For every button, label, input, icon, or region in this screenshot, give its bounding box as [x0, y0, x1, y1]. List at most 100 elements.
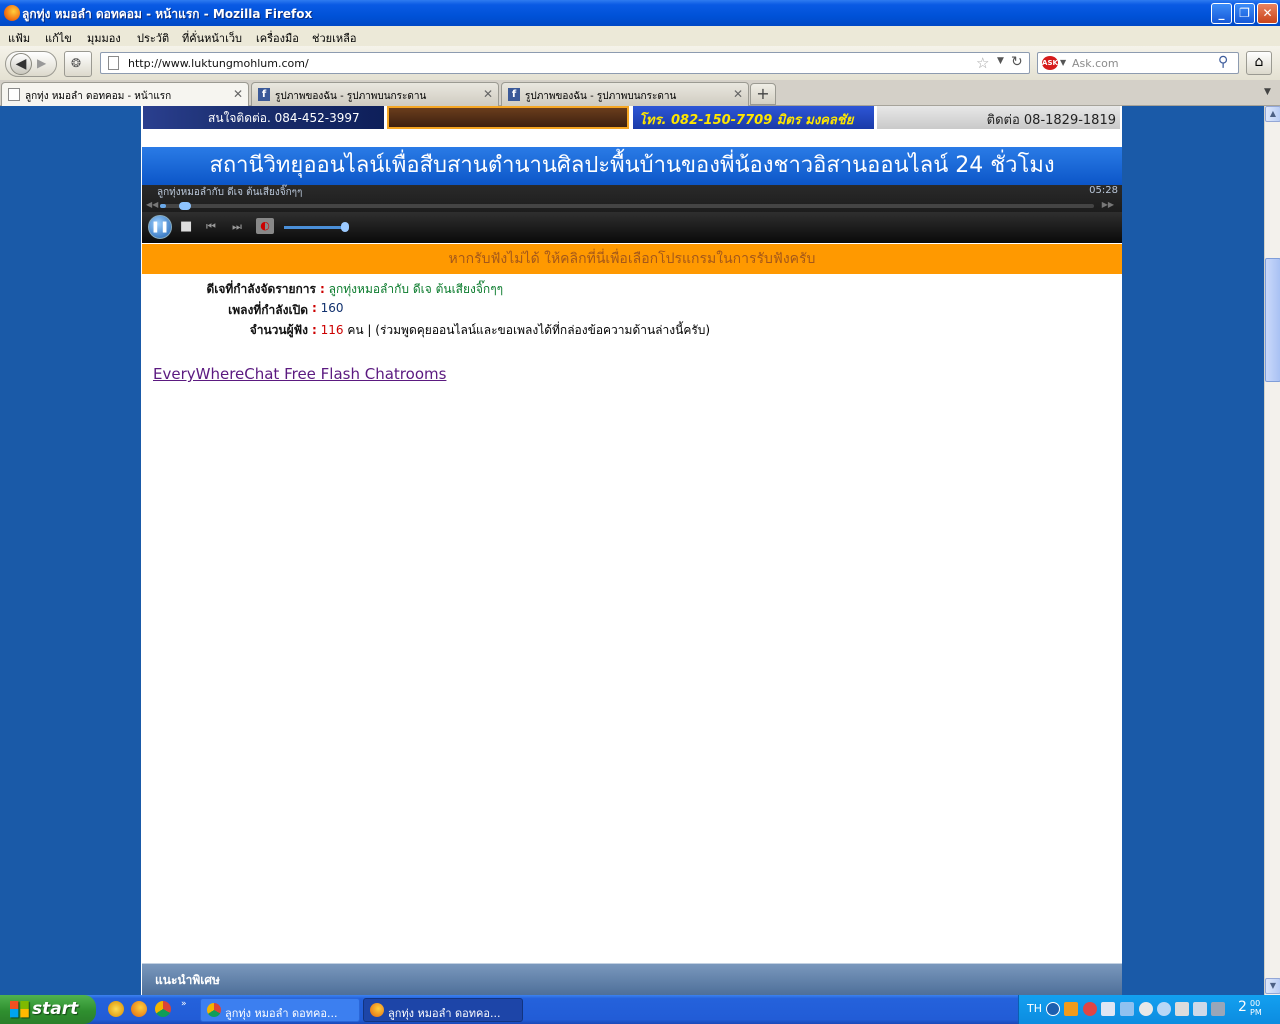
menu-edit[interactable]: แก้ไข [45, 29, 72, 47]
seek-bar[interactable] [160, 204, 1094, 208]
antivirus-icon[interactable] [1139, 1002, 1153, 1016]
start-button[interactable]: ■■ ■■ start [0, 995, 96, 1024]
history-dropdown-icon[interactable]: ▼ [997, 56, 1004, 66]
recommend-header: แนะนำพิเศษ [142, 963, 1122, 995]
close-tab-icon[interactable]: ✕ [483, 87, 493, 101]
quicklaunch-avast-icon[interactable] [108, 1001, 124, 1017]
url-text[interactable]: http://www.luktungmohlum.com/ [128, 57, 309, 70]
tray-collapse-icon[interactable] [1046, 1002, 1060, 1016]
search-engine-dropdown-icon[interactable]: ▼ [1060, 58, 1066, 67]
mute-icon[interactable]: ◐ [256, 218, 274, 234]
page-viewport: สนใจติดต่อ. 084-452-3997 โทร. 082-150-77… [0, 106, 1264, 995]
menu-bookmarks[interactable]: ที่คั่นหน้าเว็บ [182, 29, 242, 47]
quicklaunch-firefox-icon[interactable] [131, 1001, 147, 1017]
search-placeholder[interactable]: Ask.com [1072, 57, 1119, 70]
window-title: ลูกทุ่ง หมอลำ ดอทคอม - หน้าแรก - Mozilla… [22, 7, 313, 21]
forward-arrow-icon[interactable]: ▶ [37, 56, 46, 70]
banner-contact-text: สนใจติดต่อ. 084-452-3997 [208, 111, 360, 125]
pause-button[interactable]: ❚❚ [148, 215, 172, 239]
page-icon [8, 88, 20, 101]
close-tab-icon[interactable]: ✕ [233, 87, 243, 101]
quicklaunch-chrome-icon[interactable] [155, 1001, 171, 1017]
language-indicator[interactable]: TH [1027, 1002, 1042, 1015]
firefox-icon [370, 1003, 384, 1017]
addon-button[interactable]: ❂ [64, 51, 92, 77]
search-bar[interactable]: ASK ▼ Ask.com ⚲ [1037, 52, 1239, 74]
home-icon: ⌂ [1254, 54, 1264, 70]
listeners-label: จำนวนผู้ฟัง [249, 323, 308, 337]
scroll-down-arrow-icon[interactable]: ▼ [1265, 978, 1280, 994]
dj-label: ดีเจที่กำลังจัดรายการ [206, 282, 316, 296]
banner-ad-phone[interactable]: โทร. 082-150-7709 มิตร มงคลชัย [633, 106, 874, 129]
restore-button[interactable]: ❐ [1234, 3, 1255, 24]
page-container: สนใจติดต่อ. 084-452-3997 โทร. 082-150-77… [141, 106, 1122, 995]
listeners-colon: : [312, 323, 317, 337]
quicklaunch-expand-icon[interactable]: » [181, 999, 187, 1009]
system-tray: TH 2 00 PM [1018, 995, 1280, 1024]
search-icon[interactable]: ⚲ [1218, 54, 1228, 70]
song-value: 160 [320, 301, 344, 315]
banner-ad-right[interactable]: ติดต่อ 08-1829-1819 [877, 106, 1120, 129]
tools-icon[interactable] [1193, 1002, 1207, 1016]
seek-progress [160, 204, 166, 208]
minimize-button[interactable]: _ [1211, 3, 1232, 24]
new-tab-button[interactable]: + [750, 83, 776, 105]
banner-ad-image[interactable] [387, 106, 629, 129]
addon-icon: ❂ [71, 56, 82, 70]
fast-forward-icon[interactable]: ▶▶ [1102, 200, 1114, 209]
tab-label: รูปภาพของฉัน - รูปภาพบนกระดาน [525, 91, 677, 102]
close-tab-icon[interactable]: ✕ [733, 87, 743, 101]
ask-logo-icon[interactable]: ASK [1042, 56, 1058, 70]
update-icon[interactable] [1157, 1002, 1171, 1016]
taskbar-item-firefox[interactable]: ลูกทุ่ง หมอลำ ดอทคอ... [363, 998, 523, 1022]
scroll-up-arrow-icon[interactable]: ▲ [1265, 106, 1280, 122]
shield-icon[interactable] [1083, 1002, 1097, 1016]
vertical-scrollbar[interactable]: ▲ ▼ [1264, 106, 1280, 995]
window-titlebar[interactable]: ลูกทุ่ง หมอลำ ดอทคอม - หน้าแรก - Mozilla… [0, 0, 1280, 26]
banner-ad-left[interactable]: สนใจติดต่อ. 084-452-3997 [143, 106, 384, 129]
next-track-icon[interactable]: ⏭ [232, 220, 242, 234]
chatroom-link[interactable]: EveryWhereChat Free Flash Chatrooms [153, 365, 446, 383]
firefox-logo-icon [4, 5, 20, 21]
volume-slider[interactable] [284, 226, 344, 229]
menu-help[interactable]: ช่วยเหลือ [312, 29, 356, 47]
address-bar[interactable]: http://www.luktungmohlum.com/ ☆ ▼ ↻ [100, 52, 1030, 74]
tab-home[interactable]: ลูกทุ่ง หมอลำ ดอทคอม - หน้าแรก ✕ [1, 82, 249, 107]
menu-tools[interactable]: เครื่องมือ [256, 29, 299, 47]
previous-track-icon[interactable]: ⏮ [206, 220, 216, 234]
scroll-thumb[interactable] [1265, 258, 1280, 382]
seek-handle[interactable] [178, 202, 191, 210]
media-player-tray-icon[interactable] [1064, 1002, 1078, 1016]
facebook-icon: f [258, 88, 270, 101]
windows-logo-icon: ■■ ■■ [9, 998, 30, 1019]
dj-colon: : [320, 282, 325, 296]
bookmark-star-icon[interactable]: ☆ [976, 54, 989, 72]
taskbar: ■■ ■■ start » ลูกทุ่ง หมอลำ ดอทคอ... ลูกท… [0, 995, 1280, 1024]
page-icon [108, 56, 119, 70]
banner-right-text: ติดต่อ 08-1829-1819 [986, 113, 1116, 128]
home-button[interactable]: ⌂ [1246, 51, 1272, 75]
volume-handle[interactable] [341, 222, 349, 232]
rewind-icon[interactable]: ◀◀ [146, 200, 158, 209]
tab-facebook-photos-1[interactable]: f รูปภาพของฉัน - รูปภาพบนกระดาน ✕ [251, 82, 499, 106]
menu-view[interactable]: มุมมอง [87, 29, 121, 47]
reload-icon[interactable]: ↻ [1011, 54, 1023, 70]
menu-history[interactable]: ประวัติ [137, 29, 169, 47]
tab-facebook-photos-2[interactable]: f รูปภาพของฉัน - รูปภาพบนกระดาน ✕ [501, 82, 749, 106]
display-icon[interactable] [1120, 1002, 1134, 1016]
clock[interactable]: 2 00 PM [1238, 999, 1262, 1017]
taskbar-item-label: ลูกทุ่ง หมอลำ ดอทคอ... [225, 1007, 338, 1020]
banner-phone-text: โทร. 082-150-7709 มิตร มงคลชัย [639, 113, 854, 128]
close-button[interactable]: ✕ [1257, 3, 1278, 24]
dj-value: ลูกทุ่งหมอลำกับ ดีเจ ต้นเสียงจิ๊กๆๆ [328, 282, 504, 296]
volume-icon[interactable] [1175, 1002, 1189, 1016]
back-arrow-icon[interactable]: ◀ [10, 53, 32, 75]
player-help-link[interactable]: หากรับฟังไม่ได้ ให้คลิกที่นี่เพื่อเลือกโ… [142, 244, 1122, 274]
menu-file[interactable]: แฟ้ม [8, 29, 30, 47]
usb-icon[interactable] [1211, 1002, 1225, 1016]
song-colon: : [312, 301, 317, 315]
stop-icon[interactable]: ■ [180, 219, 192, 234]
tab-list-dropdown-icon[interactable]: ▼ [1264, 87, 1271, 97]
taskbar-item-chrome[interactable]: ลูกทุ่ง หมอลำ ดอทคอ... [200, 998, 360, 1022]
network-icon[interactable] [1101, 1002, 1115, 1016]
